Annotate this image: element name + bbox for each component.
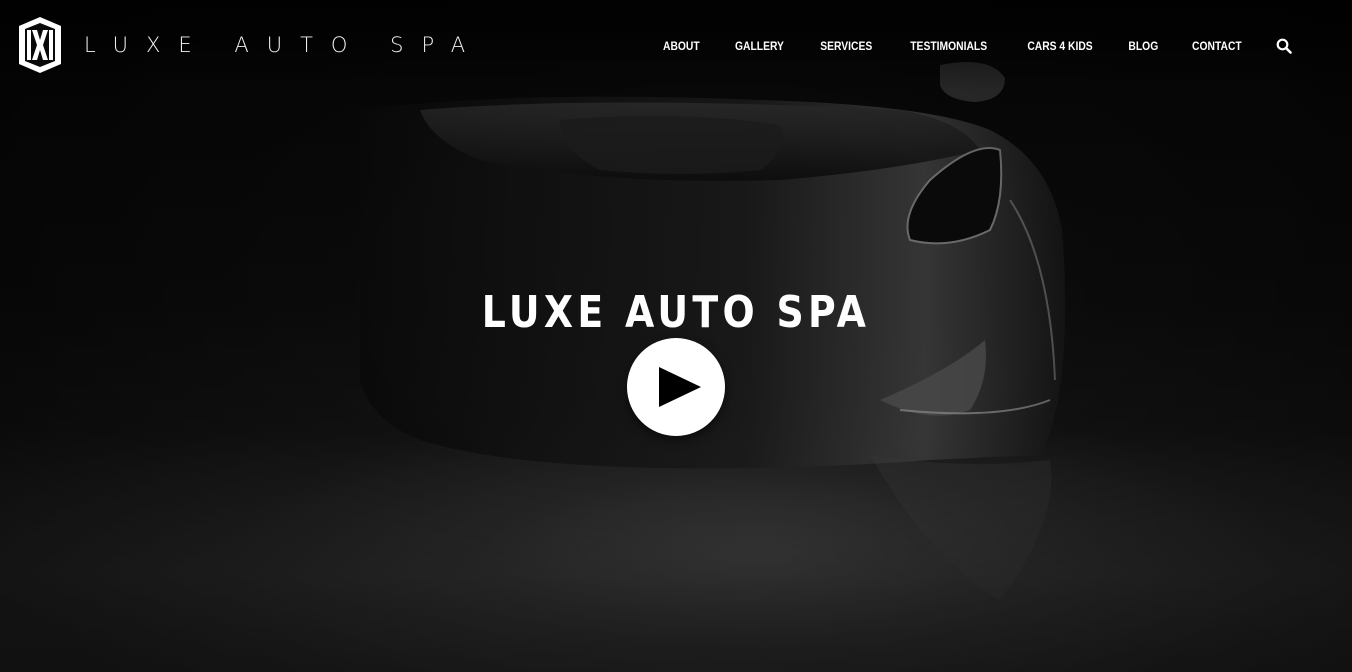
play-video-button[interactable] xyxy=(627,338,725,436)
site-header: LUXE AUTO SPA ABOUT GALLERY SERVICES TES… xyxy=(0,0,1352,92)
lx-shield-logo-icon xyxy=(19,17,61,73)
nav-item-services[interactable]: SERVICES xyxy=(820,39,872,53)
nav-item-contact[interactable]: CONTACT xyxy=(1192,39,1242,53)
nav-item-cars-4-kids[interactable]: CARS 4 KIDS xyxy=(1027,39,1092,53)
page: LUXE AUTO SPA ABOUT GALLERY SERVICES TES… xyxy=(0,0,1352,672)
main-nav: ABOUT GALLERY SERVICES TESTIMONIALS CARS… xyxy=(660,38,1292,54)
nav-item-gallery[interactable]: GALLERY xyxy=(735,39,784,53)
logo-text: LUXE AUTO SPA xyxy=(84,33,484,57)
nav-item-blog[interactable]: BLOG xyxy=(1128,39,1158,53)
nav-item-about[interactable]: ABOUT xyxy=(663,39,700,53)
hero-title: LUXE AUTO SPA xyxy=(481,287,871,339)
search-icon[interactable] xyxy=(1276,38,1292,54)
nav-item-testimonials[interactable]: TESTIMONIALS xyxy=(910,39,987,53)
play-icon xyxy=(659,367,701,407)
site-logo[interactable]: LUXE AUTO SPA xyxy=(18,16,483,74)
